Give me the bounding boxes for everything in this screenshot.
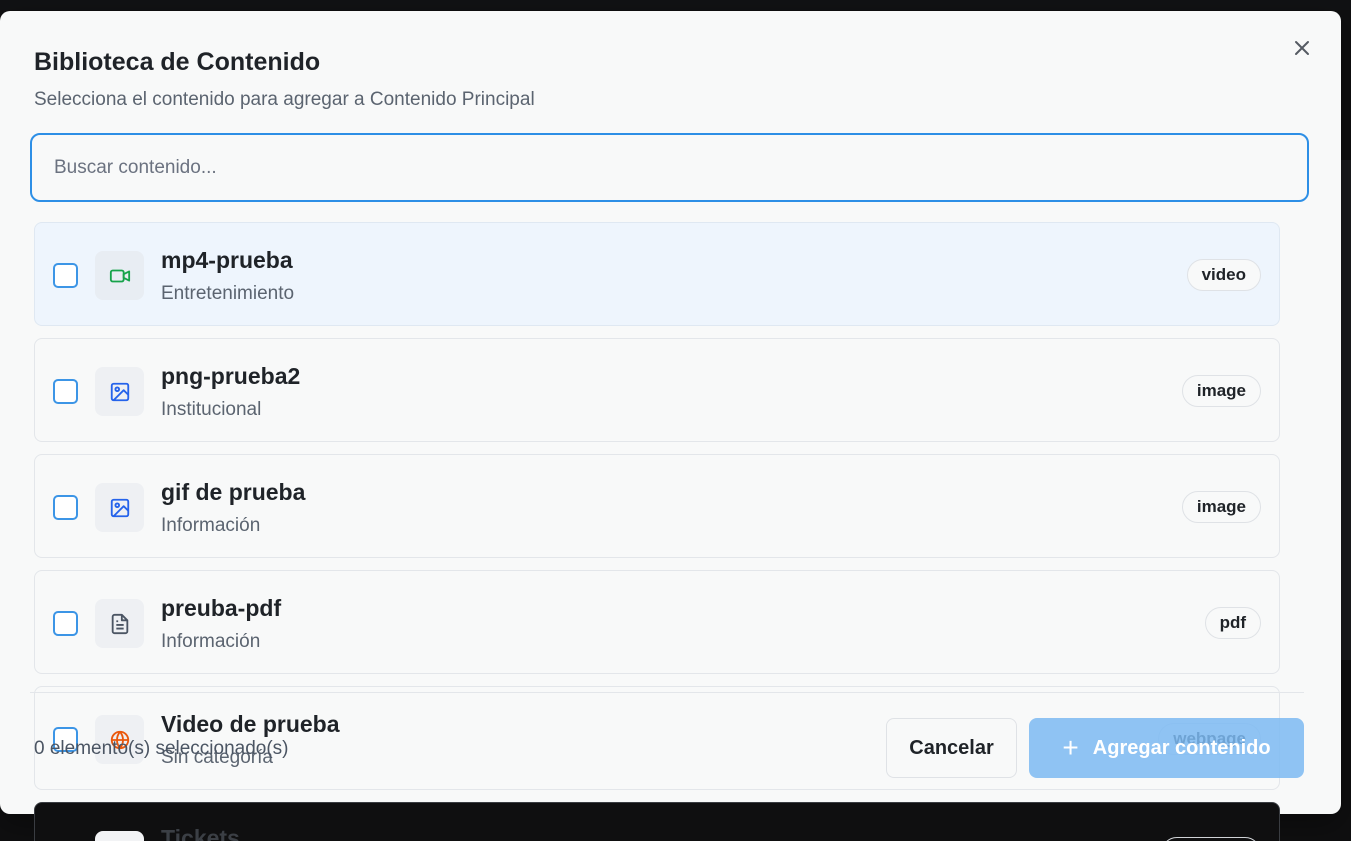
file-text-icon	[95, 599, 144, 648]
cancel-button[interactable]: Cancelar	[886, 718, 1017, 778]
image-icon	[95, 367, 144, 416]
list-item[interactable]: preuba-pdf Información pdf	[34, 570, 1280, 674]
modal-title: Biblioteca de Contenido	[34, 48, 321, 76]
item-checkbox[interactable]	[53, 495, 78, 520]
type-badge	[1161, 837, 1261, 841]
type-badge: video	[1186, 259, 1261, 291]
plus-icon: +	[1062, 732, 1079, 763]
image-icon	[95, 483, 144, 532]
item-name: png-prueba2	[161, 363, 301, 389]
close-icon[interactable]	[1291, 37, 1313, 59]
search-box[interactable]	[30, 133, 1309, 202]
item-checkbox[interactable]	[53, 379, 78, 404]
type-badge: image	[1181, 491, 1261, 523]
item-category: Información	[161, 515, 261, 536]
item-name: preuba-pdf	[161, 595, 282, 621]
selected-count: 0 elemento(s) seleccionado(s)	[34, 738, 289, 759]
modal-subtitle: Selecciona el contenido para agregar a C…	[34, 89, 535, 110]
item-category: Institucional	[161, 399, 262, 420]
video-icon	[95, 251, 144, 300]
modal-footer: 0 elemento(s) seleccionado(s) Cancelar +…	[0, 701, 1341, 811]
item-icon	[95, 831, 144, 841]
search-input[interactable]	[32, 135, 1307, 200]
item-name: gif de prueba	[161, 479, 306, 505]
item-name: mp4-prueba	[161, 247, 293, 273]
item-checkbox[interactable]	[53, 263, 78, 288]
item-category: Información	[161, 631, 261, 652]
content-library-modal: Biblioteca de Contenido Selecciona el co…	[0, 11, 1341, 814]
item-checkbox[interactable]	[53, 611, 78, 636]
add-content-button[interactable]: + Agregar contenido	[1029, 718, 1304, 778]
type-badge: pdf	[1204, 607, 1261, 639]
list-item[interactable]: png-prueba2 Institucional image	[34, 338, 1280, 442]
item-name: Tickets	[161, 825, 240, 841]
backdrop-side	[1341, 160, 1351, 660]
list-item[interactable]: mp4-prueba Entretenimiento video	[34, 222, 1280, 326]
list-item[interactable]: gif de prueba Información image	[34, 454, 1280, 558]
type-badge: image	[1181, 375, 1261, 407]
backdrop-top	[0, 0, 1351, 10]
footer-divider	[30, 692, 1304, 693]
add-content-label: Agregar contenido	[1092, 736, 1271, 759]
list-item[interactable]: Tickets	[34, 802, 1280, 841]
item-category: Entretenimiento	[161, 283, 295, 304]
